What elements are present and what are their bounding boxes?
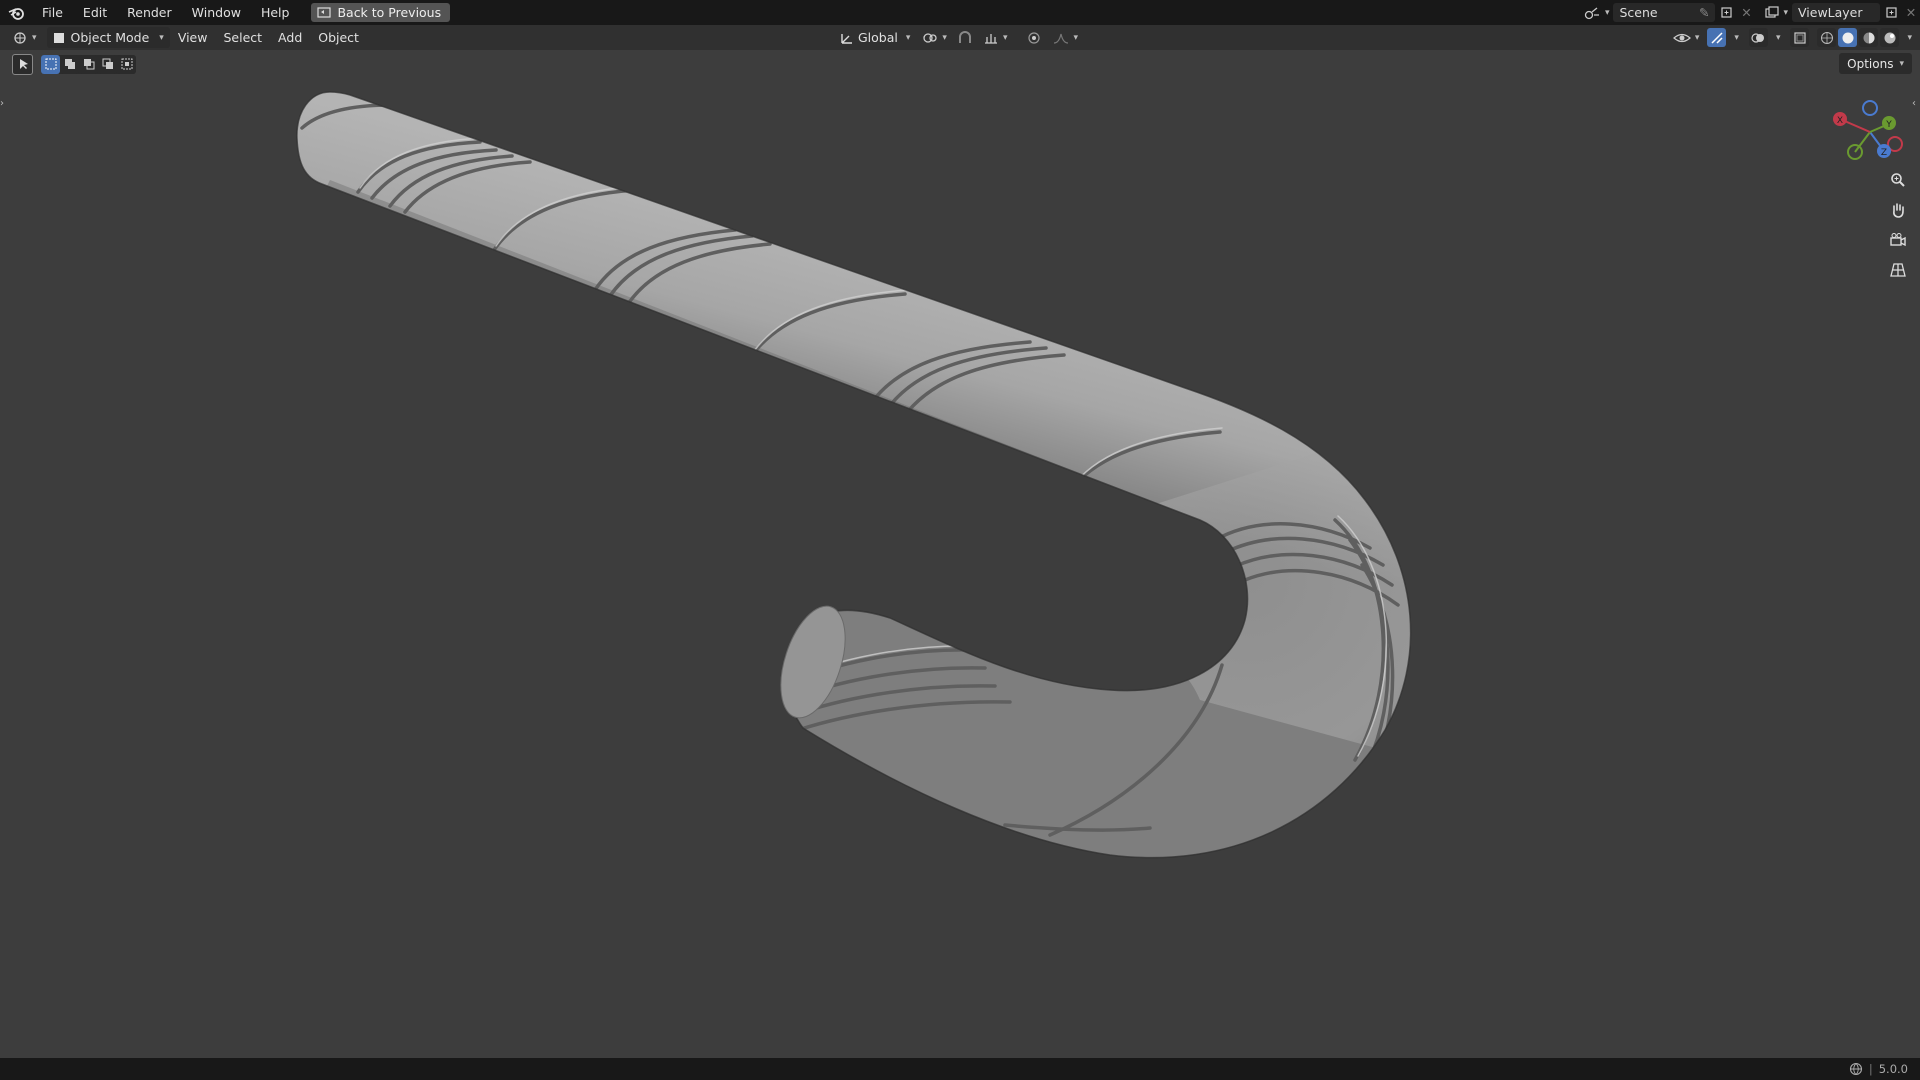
sidebar-expand-icon[interactable]: ‹ (1912, 98, 1920, 112)
axis-gizmo[interactable]: X Y Z (1825, 92, 1915, 172)
z-axis-label: Z (1881, 148, 1887, 158)
screen-icon (317, 6, 332, 18)
zoom-icon[interactable] (1884, 166, 1912, 194)
blender-logo-icon[interactable] (0, 0, 32, 25)
rendered-shading-icon[interactable] (1880, 28, 1900, 47)
scene-name: Scene (1619, 5, 1658, 20)
snap-target-icon[interactable]: ▾ (979, 27, 1012, 48)
view-layer-name: ViewLayer (1798, 5, 1863, 20)
neg-z-icon[interactable] (1862, 100, 1878, 116)
wireframe-shading-icon[interactable] (1817, 28, 1837, 47)
back-button-label: Back to Previous (337, 5, 442, 20)
camera-view-icon[interactable] (1884, 226, 1912, 254)
gizmo-toggle-icon[interactable] (1707, 28, 1727, 47)
y-axis-label: Y (1885, 120, 1892, 130)
pin-icon[interactable]: ✎ (1699, 5, 1709, 20)
pivot-point-icon[interactable]: ▾ (918, 27, 951, 48)
top-bar: File Edit Render Window Help Back to Pre… (0, 0, 1920, 25)
menu-view[interactable]: View (170, 27, 216, 48)
view-layer-field[interactable]: ViewLayer (1792, 3, 1880, 22)
back-to-previous-button[interactable]: Back to Previous (311, 3, 451, 22)
shading-dropdown-icon[interactable]: ▾ (1907, 33, 1912, 43)
transform-tools: Global ▾ ▾ ▾ ▾ (836, 27, 1082, 48)
editor-type-icon[interactable]: ▾ (0, 27, 43, 48)
overlays-dropdown-icon[interactable]: ▾ (1776, 33, 1781, 43)
visibility-icon[interactable]: ▾ (1669, 27, 1704, 48)
pan-hand-icon[interactable] (1884, 196, 1912, 224)
solid-shading-icon[interactable] (1838, 28, 1858, 47)
new-view-layer-icon[interactable] (1880, 6, 1902, 19)
x-axis-label: X (1837, 116, 1843, 126)
mode-label: Object Mode (70, 30, 150, 45)
menu-object[interactable]: Object (310, 27, 367, 48)
menu-file[interactable]: File (32, 0, 73, 25)
falloff-icon[interactable]: ▾ (1049, 27, 1082, 48)
overlays-toggle-icon[interactable] (1748, 28, 1768, 47)
transform-orientation-dropdown[interactable]: Global ▾ (836, 27, 914, 48)
scene-controls: ▾ Scene ✎ ✕ ▾ ViewLayer ✕ (1579, 0, 1920, 25)
proportional-editing-icon[interactable] (1023, 27, 1045, 48)
gizmo-dropdown-icon[interactable]: ▾ (1734, 33, 1739, 43)
menu-add[interactable]: Add (270, 27, 310, 48)
view-layer-selector-icon[interactable]: ▾ (1761, 3, 1792, 22)
material-shading-icon[interactable] (1859, 28, 1879, 47)
toolbar-expand-icon[interactable]: › (0, 98, 8, 112)
new-scene-icon[interactable] (1715, 6, 1737, 19)
globe-icon (1849, 1062, 1862, 1076)
3d-viewport[interactable]: X Y Z › ‹ (0, 50, 1920, 1058)
viewport-display-tools: ▾ ▾ ▾ ▾ (1669, 27, 1912, 48)
menu-window[interactable]: Window (182, 0, 251, 25)
candy-cane-mesh[interactable] (296, 91, 1420, 859)
version-label: 5.0.0 (1878, 1062, 1908, 1076)
menu-help[interactable]: Help (251, 0, 300, 25)
perspective-toggle-icon[interactable] (1884, 256, 1912, 284)
scene-name-field[interactable]: Scene ✎ (1613, 3, 1716, 22)
object-mode-dropdown[interactable]: Object Mode ▾ (46, 27, 170, 48)
orientation-icon (841, 33, 852, 44)
xray-toggle-icon[interactable] (1790, 28, 1810, 47)
status-bar: | 5.0.0 (0, 1058, 1920, 1080)
cube-icon (53, 32, 64, 43)
menu-edit[interactable]: Edit (73, 0, 117, 25)
scene-selector-icon[interactable]: ▾ (1579, 3, 1614, 22)
menu-render[interactable]: Render (117, 0, 182, 25)
snap-toggle-icon[interactable] (955, 27, 975, 48)
delete-view-layer-icon[interactable]: ✕ (1902, 5, 1920, 20)
orientation-label: Global (858, 30, 898, 45)
delete-scene-icon[interactable]: ✕ (1737, 5, 1755, 20)
menu-select[interactable]: Select (215, 27, 270, 48)
